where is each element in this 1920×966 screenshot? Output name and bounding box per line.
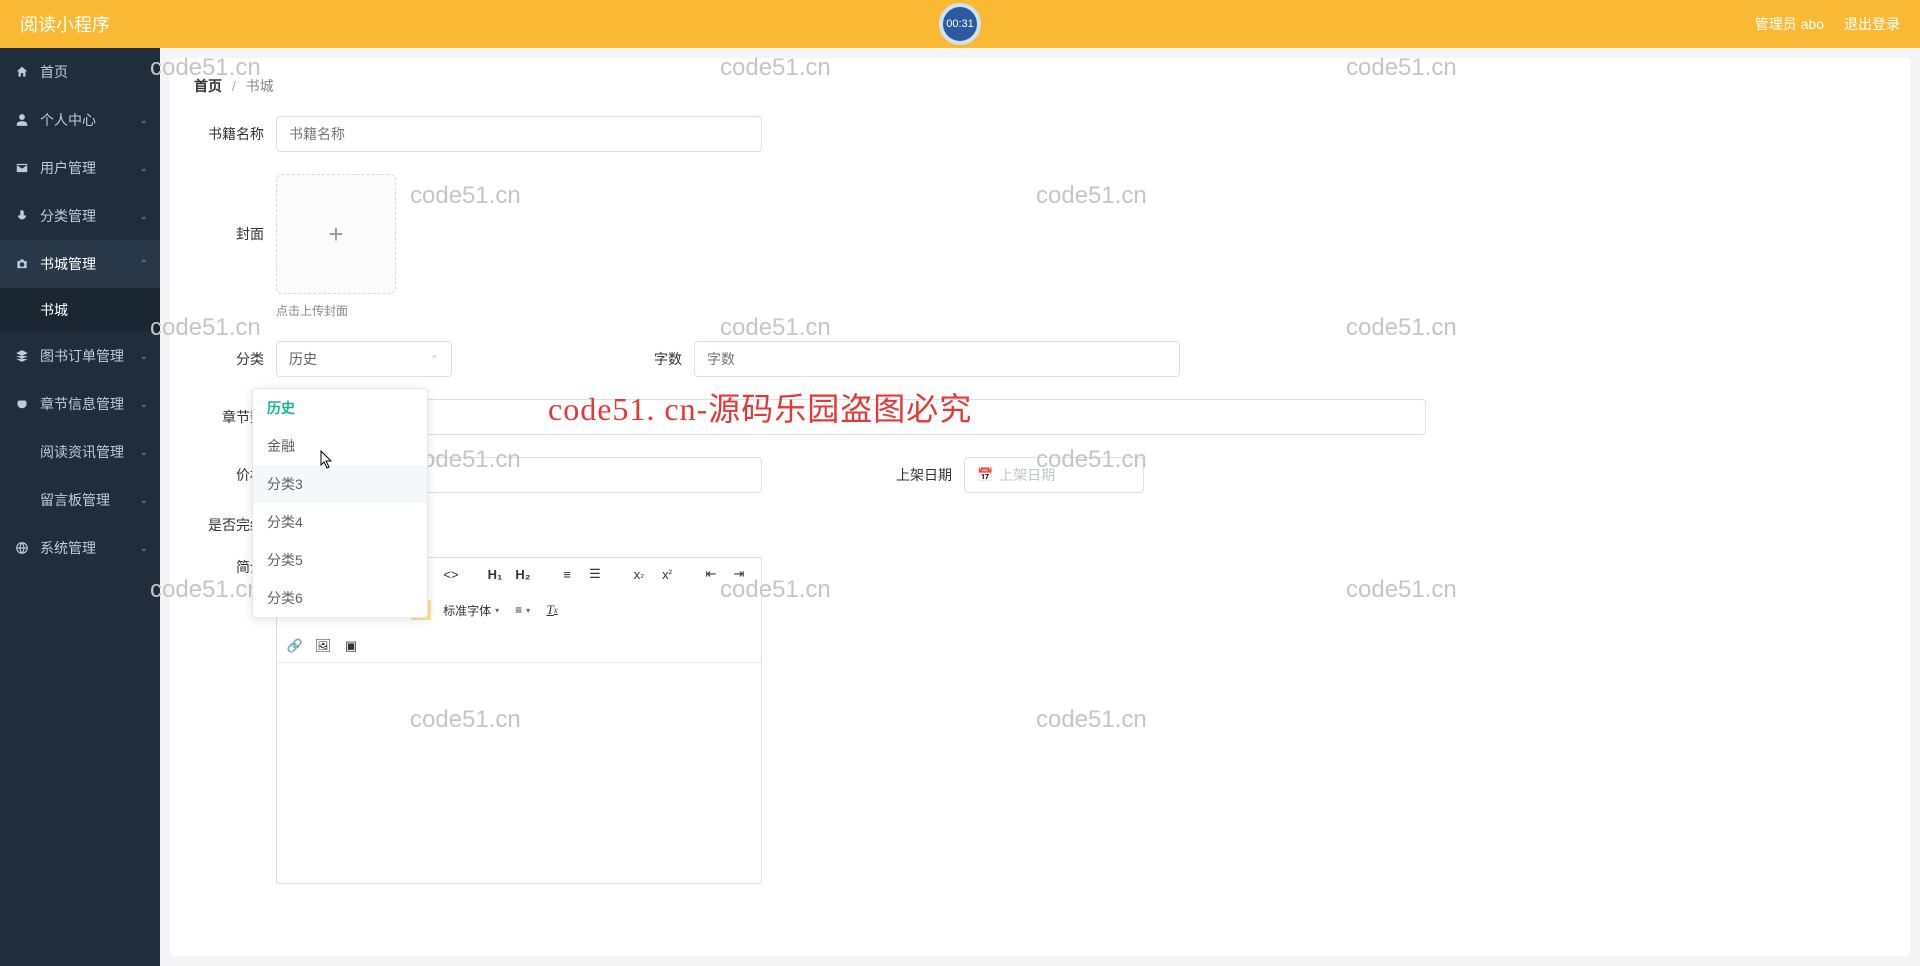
dropdown-option[interactable]: 分类6 bbox=[253, 579, 427, 617]
indent-left-button[interactable]: ⇤ bbox=[701, 564, 721, 584]
sidebar-item-label: 阅读资讯管理 bbox=[40, 442, 124, 462]
category-select[interactable]: 历史 ⌃ bbox=[276, 341, 452, 377]
dropdown-option[interactable]: 分类4 bbox=[253, 503, 427, 541]
dropdown-option[interactable]: 金融 bbox=[253, 427, 427, 465]
category-value: 历史 bbox=[289, 349, 317, 369]
label-release-date: 上架日期 bbox=[872, 465, 952, 485]
breadcrumb: 首页 / 书城 bbox=[170, 58, 1910, 106]
sidebar-item-label: 个人中心 bbox=[40, 110, 96, 130]
list-icon bbox=[14, 492, 30, 508]
label-cover: 封面 bbox=[194, 174, 264, 244]
mic-icon bbox=[14, 208, 30, 224]
chevron-down-icon: ⌄ bbox=[140, 211, 148, 222]
main-panel: 首页 / 书城 书籍名称 封面 + 点击上传封面 分类 bbox=[170, 58, 1910, 956]
form: 书籍名称 封面 + 点击上传封面 分类 历史 ⌃ 字 bbox=[170, 106, 1910, 916]
superscript-button[interactable]: x² bbox=[657, 564, 677, 584]
sidebar-item-label: 首页 bbox=[40, 62, 68, 82]
logout-button[interactable]: 退出登录 bbox=[1844, 14, 1900, 34]
breadcrumb-current: 书城 bbox=[246, 78, 274, 94]
video-button[interactable]: ▣ bbox=[341, 636, 361, 656]
admin-label[interactable]: 管理员 abo bbox=[1755, 14, 1824, 34]
timer-badge: 00:31 bbox=[939, 3, 981, 45]
chevron-down-icon: ⌄ bbox=[140, 543, 148, 554]
power-icon bbox=[14, 396, 30, 412]
chevron-down-icon: ⌄ bbox=[140, 399, 148, 410]
label-book-name: 书籍名称 bbox=[194, 124, 264, 144]
sidebar-item-orders[interactable]: 图书订单管理 ⌄ bbox=[0, 332, 160, 380]
cover-upload-hint: 点击上传封面 bbox=[276, 302, 396, 319]
sidebar-item-label: 用户管理 bbox=[40, 158, 96, 178]
sidebar-item-categories[interactable]: 分类管理 ⌄ bbox=[0, 192, 160, 240]
clear-format-button[interactable]: Tx bbox=[542, 600, 562, 620]
chevron-down-icon: ⌄ bbox=[140, 495, 148, 506]
font-family-select[interactable]: 标准字体▾ bbox=[439, 602, 503, 619]
sidebar-item-label: 书城管理 bbox=[40, 254, 96, 274]
chapter-count-input[interactable] bbox=[276, 399, 1426, 435]
sidebar-item-label: 图书订单管理 bbox=[40, 346, 124, 366]
dropdown-option[interactable]: 历史 bbox=[253, 389, 427, 427]
word-count-input[interactable] bbox=[694, 341, 1180, 377]
chevron-up-icon: ⌃ bbox=[430, 353, 439, 366]
sidebar-item-label: 章节信息管理 bbox=[40, 394, 124, 414]
sidebar-item-messages[interactable]: 留言板管理 ⌄ bbox=[0, 476, 160, 524]
label-category: 分类 bbox=[194, 349, 264, 369]
sidebar-item-label: 系统管理 bbox=[40, 538, 96, 558]
h2-button[interactable]: H₂ bbox=[513, 564, 533, 584]
camera-icon bbox=[14, 256, 30, 272]
header-right: 管理员 abo 退出登录 bbox=[1755, 14, 1900, 34]
date-placeholder: 上架日期 bbox=[999, 465, 1055, 485]
sidebar-item-news[interactable]: 阅读资讯管理 ⌄ bbox=[0, 428, 160, 476]
label-word-count: 字数 bbox=[612, 349, 682, 369]
subscript-button[interactable]: x₂ bbox=[629, 564, 649, 584]
editor-body[interactable] bbox=[277, 663, 761, 883]
breadcrumb-root[interactable]: 首页 bbox=[194, 78, 222, 94]
sidebar: 首页 个人中心 ⌄ 用户管理 ⌄ 分类管理 ⌄ 书城管理 ⌃ 书城 图书订单管理… bbox=[0, 48, 160, 966]
chevron-down-icon: ⌄ bbox=[140, 163, 148, 174]
sidebar-item-users[interactable]: 用户管理 ⌄ bbox=[0, 144, 160, 192]
home-icon bbox=[14, 64, 30, 80]
sidebar-item-chapters[interactable]: 章节信息管理 ⌄ bbox=[0, 380, 160, 428]
link-button[interactable]: 🔗 bbox=[285, 636, 305, 656]
unordered-list-button[interactable]: ☰ bbox=[585, 564, 605, 584]
category-dropdown: 历史 金融 分类3 分类4 分类5 分类6 bbox=[252, 388, 428, 618]
sidebar-item-system[interactable]: 系统管理 ⌄ bbox=[0, 524, 160, 572]
mail-icon bbox=[14, 160, 30, 176]
dropdown-option[interactable]: 分类3 bbox=[253, 465, 427, 503]
image-button[interactable]: 🖼 bbox=[313, 636, 333, 656]
code-button[interactable]: <> bbox=[441, 564, 461, 584]
app-title: 阅读小程序 bbox=[20, 11, 110, 37]
cursor-icon bbox=[319, 450, 335, 470]
book-name-input[interactable] bbox=[276, 116, 762, 152]
release-date-input[interactable]: 📅 上架日期 bbox=[964, 457, 1144, 493]
align-select[interactable]: ≡▾ bbox=[511, 603, 534, 617]
list-icon bbox=[14, 444, 30, 460]
chevron-down-icon: ⌄ bbox=[140, 447, 148, 458]
ordered-list-button[interactable]: ≡ bbox=[557, 564, 577, 584]
user-icon bbox=[14, 112, 30, 128]
dropdown-option[interactable]: 分类5 bbox=[253, 541, 427, 579]
chevron-up-icon: ⌃ bbox=[140, 259, 148, 270]
sidebar-item-books[interactable]: 书城管理 ⌃ bbox=[0, 240, 160, 288]
sidebar-item-label: 留言板管理 bbox=[40, 490, 110, 510]
breadcrumb-sep: / bbox=[232, 78, 236, 94]
layers-icon bbox=[14, 348, 30, 364]
chevron-down-icon: ⌄ bbox=[140, 351, 148, 362]
h1-button[interactable]: H₁ bbox=[485, 564, 505, 584]
top-header: 阅读小程序 00:31 管理员 abo 退出登录 bbox=[0, 0, 1920, 48]
sidebar-item-profile[interactable]: 个人中心 ⌄ bbox=[0, 96, 160, 144]
sidebar-subitem-bookstore[interactable]: 书城 bbox=[0, 288, 160, 332]
cover-upload[interactable]: + bbox=[276, 174, 396, 294]
calendar-icon: 📅 bbox=[977, 467, 993, 483]
globe-icon bbox=[14, 540, 30, 556]
sidebar-item-home[interactable]: 首页 bbox=[0, 48, 160, 96]
sidebar-item-label: 分类管理 bbox=[40, 206, 96, 226]
chevron-down-icon: ⌄ bbox=[140, 115, 148, 126]
indent-right-button[interactable]: ⇥ bbox=[729, 564, 749, 584]
plus-icon: + bbox=[328, 219, 343, 250]
